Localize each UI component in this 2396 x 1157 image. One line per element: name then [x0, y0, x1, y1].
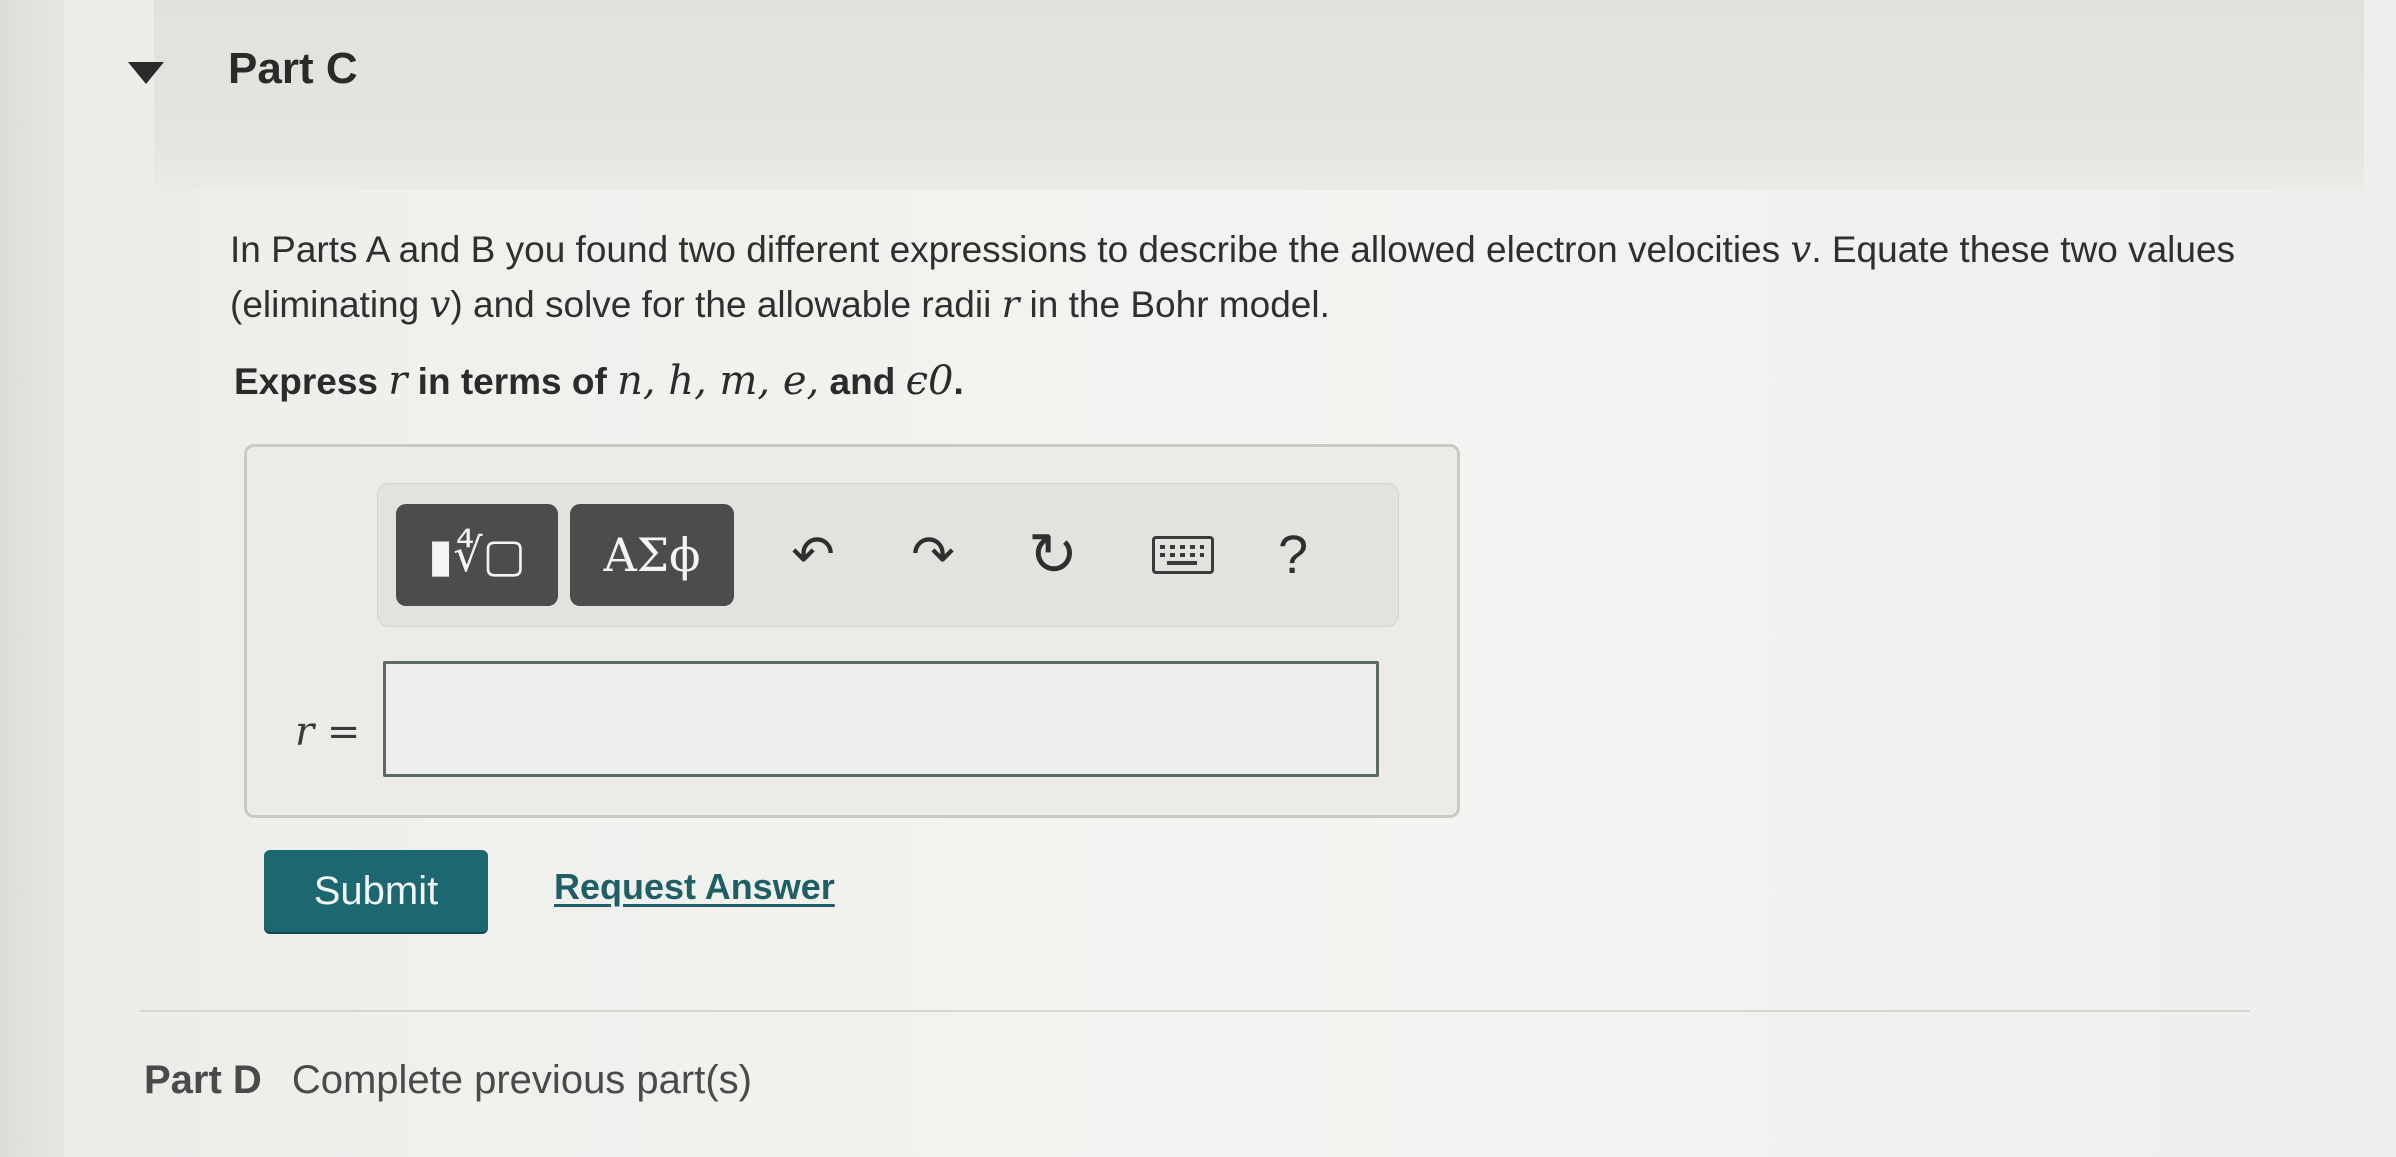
collapse-triangle-icon[interactable] [128, 62, 164, 84]
help-button[interactable]: ? [1258, 504, 1328, 606]
math-toolbar: ▮∜▢ ΑΣϕ ↶ ↷ ↻ ? [377, 483, 1399, 627]
redo-icon[interactable]: ↷ [898, 504, 968, 606]
greek-label: ΑΣϕ [603, 528, 701, 582]
request-answer-link[interactable]: Request Answer [554, 866, 835, 908]
instruction-text: Express r in terms of n, h, m, e, and ϵ0… [234, 358, 964, 404]
submit-button[interactable]: Submit [264, 850, 488, 932]
answer-input[interactable] [383, 661, 1379, 777]
keyboard-shape [1152, 536, 1214, 574]
keyboard-icon[interactable] [1138, 504, 1228, 606]
undo-icon[interactable]: ↶ [778, 504, 848, 606]
greek-symbols-button[interactable]: ΑΣϕ [570, 504, 734, 606]
next-part-status: Complete previous part(s) [291, 1058, 752, 1102]
templates-button[interactable]: ▮∜▢ [396, 504, 558, 606]
templates-icon: ▮∜▢ [427, 528, 527, 582]
answer-variable-label: r = [295, 709, 361, 755]
part-title: Part C [228, 44, 358, 93]
next-part-label: Part D [144, 1058, 262, 1102]
part-header [154, 0, 2364, 190]
question-text: In Parts A and B you found two different… [230, 228, 2236, 326]
next-part-row: Part D Complete previous part(s) [144, 1058, 752, 1103]
divider [140, 1010, 2250, 1012]
reset-icon[interactable]: ↻ [1018, 504, 1088, 606]
answer-panel: ▮∜▢ ΑΣϕ ↶ ↷ ↻ ? r = [244, 444, 1460, 818]
